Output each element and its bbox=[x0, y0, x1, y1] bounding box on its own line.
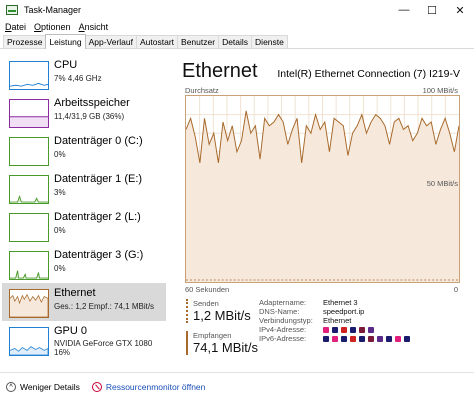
tab-autostart[interactable]: Autostart bbox=[136, 35, 179, 48]
property-row: IPv4-Adresse: bbox=[259, 325, 413, 334]
send-value: 1,2 MBit/s bbox=[193, 308, 251, 323]
footer-bar: ^ Weniger Details Ressourcenmonitor öffn… bbox=[0, 372, 474, 401]
minimize-button[interactable]: — bbox=[390, 0, 418, 20]
property-value: speedport.ip bbox=[323, 307, 365, 316]
sidebar-item-label: GPU 0 bbox=[54, 325, 88, 337]
receive-label: Empfangen bbox=[193, 331, 232, 340]
tab-dienste[interactable]: Dienste bbox=[251, 35, 288, 48]
maximize-button[interactable]: ☐ bbox=[418, 0, 446, 20]
ethernet-thumbnail bbox=[9, 289, 49, 318]
window-controls: — ☐ ✕ bbox=[390, 0, 474, 20]
sidebar-item-label: Datenträger 1 (E:) bbox=[54, 173, 143, 185]
tab-details[interactable]: Details bbox=[218, 35, 253, 48]
task-manager-icon bbox=[6, 5, 18, 15]
sidebar-item-cpu[interactable]: CPU 7% 4,46 GHz bbox=[2, 55, 166, 93]
property-value: Ethernet 3 bbox=[323, 298, 358, 307]
receive-stat: Empfangen 74,1 MBit/s bbox=[186, 331, 258, 355]
fewer-details-button[interactable]: ^ Weniger Details bbox=[6, 382, 80, 392]
property-key: Adaptername: bbox=[259, 298, 307, 307]
tab-strip: Prozesse Leistung App-Verlauf Autostart … bbox=[0, 34, 474, 49]
sidebar-item-disk-0[interactable]: Datenträger 0 (C:) 0% bbox=[2, 131, 166, 169]
sidebar-item-label: CPU bbox=[54, 59, 78, 71]
sidebar-item-disk-1[interactable]: Datenträger 1 (E:) 3% bbox=[2, 169, 166, 207]
gpu-thumbnail bbox=[9, 327, 49, 356]
sidebar-item-label: Datenträger 2 (L:) bbox=[54, 211, 141, 223]
performance-sidebar: CPU 7% 4,46 GHz Arbeitsspeicher 11,4/31,… bbox=[0, 52, 166, 372]
send-stat: Senden 1,2 MBit/s bbox=[186, 299, 251, 323]
sidebar-item-label: Ethernet bbox=[54, 287, 96, 299]
window-title: Task-Manager bbox=[24, 5, 82, 15]
sidebar-item-disk-2[interactable]: Datenträger 2 (L:) 0% bbox=[2, 207, 166, 245]
sidebar-item-detail: 0% bbox=[54, 150, 66, 159]
sidebar-item-detail: Ges.: 1,2 Empf.: 74,1 MBit/s bbox=[54, 302, 155, 311]
menu-optionen[interactable]: Optionen bbox=[34, 22, 71, 32]
menu-bar: Datei Optionen Ansicht bbox=[0, 20, 474, 34]
graph-label-max: 100 MBit/s bbox=[422, 86, 458, 95]
chevron-up-icon: ^ bbox=[6, 382, 16, 392]
property-key: IPv4-Adresse: bbox=[259, 325, 307, 334]
send-label: Senden bbox=[193, 299, 219, 308]
disk-thumbnail bbox=[9, 213, 49, 242]
property-key: IPv6-Adresse: bbox=[259, 334, 307, 343]
sidebar-item-detail: 0% bbox=[54, 264, 66, 273]
throughput-graph bbox=[185, 95, 460, 283]
sidebar-item-ethernet[interactable]: Ethernet Ges.: 1,2 Empf.: 74,1 MBit/s bbox=[2, 283, 166, 321]
resource-monitor-icon bbox=[91, 382, 102, 392]
sidebar-item-detail: 11,4/31,9 GB (36%) bbox=[54, 112, 125, 121]
memory-thumbnail bbox=[9, 99, 49, 128]
disk-thumbnail bbox=[9, 251, 49, 280]
resource-monitor-link[interactable]: Ressourcenmonitor öffnen bbox=[91, 382, 206, 392]
adapter-properties: Adaptername: Ethernet 3 DNS-Name: speedp… bbox=[259, 298, 413, 343]
property-key: DNS-Name: bbox=[259, 307, 300, 316]
tab-app-verlauf[interactable]: App-Verlauf bbox=[84, 35, 137, 48]
tab-prozesse[interactable]: Prozesse bbox=[3, 35, 47, 48]
disk-thumbnail bbox=[9, 175, 49, 204]
menu-ansicht[interactable]: Ansicht bbox=[79, 22, 109, 32]
sidebar-item-label: Arbeitsspeicher bbox=[54, 97, 130, 109]
sidebar-item-label: Datenträger 0 (C:) bbox=[54, 135, 143, 147]
ipv4-redacted bbox=[323, 325, 377, 334]
title-bar: Task-Manager — ☐ ✕ bbox=[0, 0, 474, 20]
property-row: Adaptername: Ethernet 3 bbox=[259, 298, 413, 307]
sidebar-item-usage: 16% bbox=[54, 348, 71, 357]
close-button[interactable]: ✕ bbox=[446, 0, 474, 20]
property-value: Ethernet bbox=[323, 316, 352, 325]
receive-value: 74,1 MBit/s bbox=[193, 340, 259, 355]
sidebar-item-detail: 7% 4,46 GHz bbox=[54, 74, 102, 83]
graph-label-duration: 60 Sekunden bbox=[185, 285, 230, 294]
tab-benutzer[interactable]: Benutzer bbox=[177, 35, 220, 48]
sidebar-item-label: Datenträger 3 (G:) bbox=[54, 249, 144, 261]
sidebar-item-detail: NVIDIA GeForce GTX 1080 bbox=[54, 339, 153, 348]
property-key: Verbindungstyp: bbox=[259, 316, 313, 325]
sidebar-item-gpu[interactable]: GPU 0 NVIDIA GeForce GTX 1080 16% bbox=[2, 321, 166, 359]
property-row: DNS-Name: speedport.ip bbox=[259, 307, 413, 316]
tab-leistung[interactable]: Leistung bbox=[45, 34, 86, 49]
sidebar-item-detail: 0% bbox=[54, 226, 66, 235]
page-title: Ethernet bbox=[182, 60, 258, 82]
disk-thumbnail bbox=[9, 137, 49, 166]
adapter-name: Intel(R) Ethernet Connection (7) I219-V bbox=[277, 68, 460, 80]
ipv6-redacted bbox=[323, 334, 413, 343]
fewer-details-label: Weniger Details bbox=[20, 382, 80, 392]
sidebar-item-memory[interactable]: Arbeitsspeicher 11,4/31,9 GB (36%) bbox=[2, 93, 166, 131]
sidebar-item-disk-3[interactable]: Datenträger 3 (G:) 0% bbox=[2, 245, 166, 283]
property-row: IPv6-Adresse: bbox=[259, 334, 413, 343]
throughput-graph-svg bbox=[186, 96, 459, 282]
sidebar-item-detail: 3% bbox=[54, 188, 66, 197]
resource-monitor-label: Ressourcenmonitor öffnen bbox=[105, 382, 206, 392]
property-row: Verbindungstyp: Ethernet bbox=[259, 316, 413, 325]
graph-label-throughput: Durchsatz bbox=[185, 86, 219, 95]
menu-datei[interactable]: Datei bbox=[5, 22, 26, 32]
cpu-thumbnail bbox=[9, 61, 49, 90]
graph-label-half: 50 MBit/s bbox=[426, 179, 458, 188]
ethernet-panel: Ethernet Intel(R) Ethernet Connection (7… bbox=[172, 52, 472, 372]
graph-label-zero: 0 bbox=[453, 285, 458, 294]
